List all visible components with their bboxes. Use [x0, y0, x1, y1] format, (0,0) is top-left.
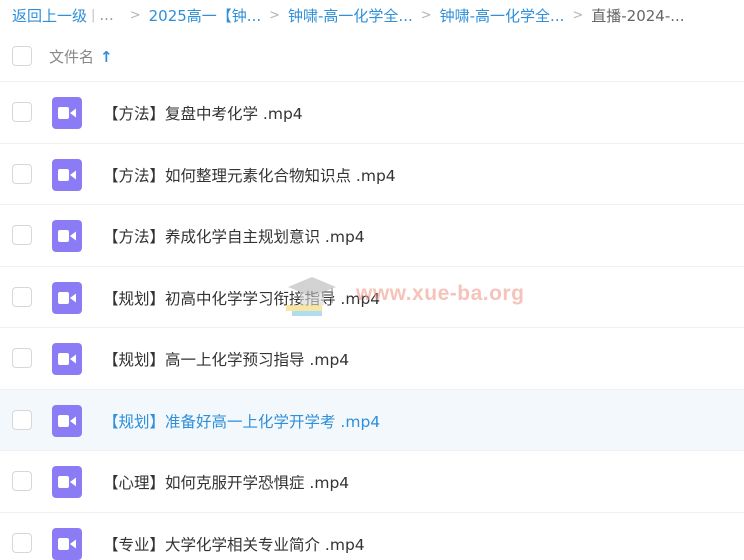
chevron-right-icon: > — [572, 7, 584, 23]
breadcrumb-item-2[interactable]: 钟啸-高一化学全... — [288, 5, 413, 26]
breadcrumb-item-3[interactable]: 钟啸-高一化学全... — [440, 5, 565, 26]
name-column-label: 文件名 — [49, 48, 95, 66]
file-name[interactable]: 【规划】高一上化学预习指导 .mp4 — [103, 348, 349, 370]
row-checkbox[interactable] — [12, 471, 32, 491]
row-checkbox[interactable] — [12, 102, 32, 122]
video-file-icon — [52, 281, 82, 314]
select-all-checkbox[interactable] — [12, 46, 32, 66]
file-name[interactable]: 【方法】养成化学自主规划意识 .mp4 — [103, 225, 365, 247]
list-header: 文件名 ↑ — [0, 30, 744, 82]
name-column-header[interactable]: 文件名 ↑ — [49, 46, 113, 67]
arrow-up-icon[interactable]: ↑ — [100, 48, 113, 66]
row-checkbox[interactable] — [12, 348, 32, 368]
file-name[interactable]: 【规划】准备好高一上化学开学考 .mp4 — [103, 410, 380, 432]
video-file-icon — [52, 466, 82, 498]
file-row[interactable]: 【专业】大学化学相关专业简介 .mp4 — [0, 513, 744, 560]
video-file-icon — [52, 158, 82, 191]
video-file-icon — [52, 220, 82, 252]
file-row[interactable]: 【方法】复盘中考化学 .mp4 — [0, 82, 744, 144]
breadcrumb-item-1[interactable]: 2025高一【钟... — [149, 5, 261, 26]
breadcrumb-divider: | — [91, 7, 96, 23]
breadcrumb: 返回上一级 | ... > 2025高一【钟... > 钟啸-高一化学全... … — [12, 0, 744, 30]
file-name[interactable]: 【专业】大学化学相关专业简介 .mp4 — [103, 533, 365, 555]
file-list: 【方法】复盘中考化学 .mp4 【方法】如何整理元素化合物知识点 .mp4 【方法】… — [0, 82, 744, 560]
file-row[interactable]: 【规划】准备好高一上化学开学考 .mp4 — [0, 389, 744, 451]
video-file-icon — [52, 343, 82, 375]
file-row[interactable]: 【规划】高一上化学预习指导 .mp4 — [0, 328, 744, 390]
row-checkbox[interactable] — [12, 532, 32, 553]
row-checkbox[interactable] — [12, 225, 32, 245]
file-name[interactable]: 【心理】如何克服开学恐惧症 .mp4 — [103, 471, 349, 493]
file-row[interactable]: 【方法】如何整理元素化合物知识点 .mp4 — [0, 144, 744, 205]
breadcrumb-ellipsis[interactable]: ... — [99, 6, 113, 24]
back-link[interactable]: 返回上一级 — [12, 5, 87, 26]
row-checkbox[interactable] — [12, 286, 32, 307]
file-row[interactable]: 【规划】初高中化学学习衔接指导 .mp4 — [0, 267, 744, 328]
chevron-right-icon: > — [269, 7, 281, 23]
video-file-icon — [52, 404, 82, 437]
video-file-icon — [52, 527, 82, 560]
file-name[interactable]: 【规划】初高中化学学习衔接指导 .mp4 — [103, 287, 380, 309]
file-name[interactable]: 【方法】如何整理元素化合物知识点 .mp4 — [103, 164, 396, 186]
file-row[interactable]: 【心理】如何克服开学恐惧症 .mp4 — [0, 451, 744, 513]
file-row[interactable]: 【方法】养成化学自主规划意识 .mp4 — [0, 205, 744, 267]
file-name[interactable]: 【方法】复盘中考化学 .mp4 — [103, 102, 303, 124]
chevron-right-icon: > — [420, 7, 432, 23]
row-checkbox[interactable] — [12, 409, 32, 430]
video-file-icon — [52, 97, 82, 129]
chevron-right-icon: > — [129, 7, 141, 23]
breadcrumb-current: 直播-2024-... — [591, 6, 685, 25]
row-checkbox[interactable] — [12, 163, 32, 184]
